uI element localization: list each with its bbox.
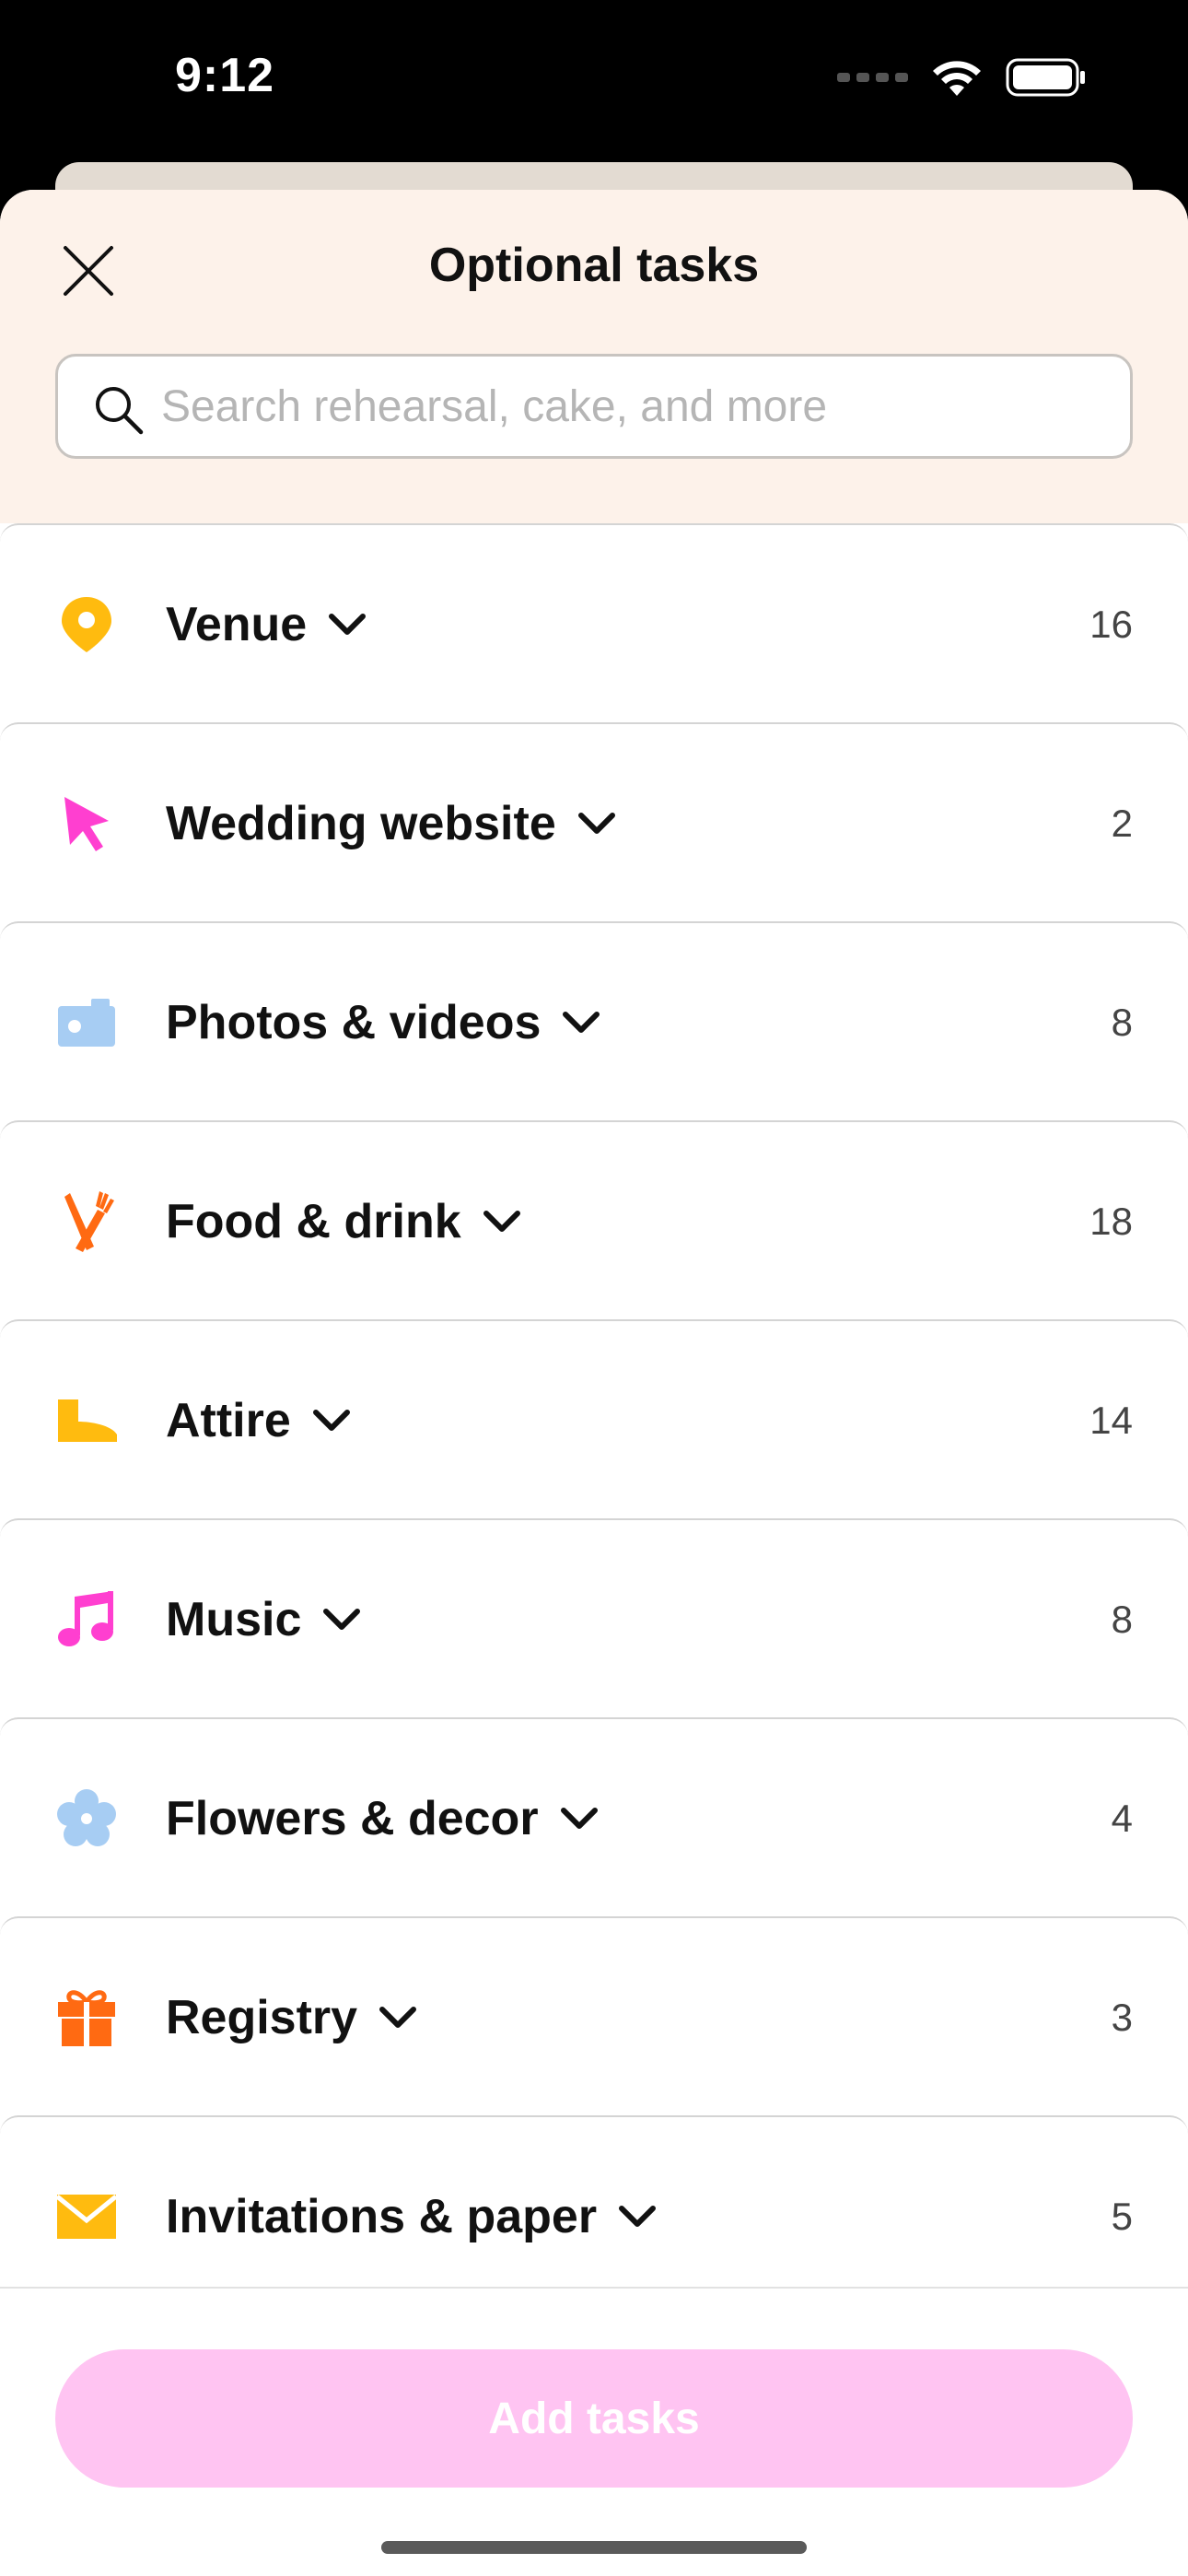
category-count: 3 <box>1111 1996 1133 2039</box>
category-label: Attire <box>166 1394 291 1447</box>
flower-icon <box>53 1786 120 1852</box>
wifi-icon <box>933 61 981 96</box>
search-box[interactable] <box>55 354 1133 459</box>
category-item-invitations-paper[interactable]: Invitations & paper 5 <box>0 2115 1188 2314</box>
gift-icon <box>53 1985 120 2051</box>
category-item-food-drink[interactable]: Food & drink 18 <box>0 1120 1188 1319</box>
category-toggle[interactable]: Flowers & decor <box>166 1719 600 1918</box>
category-label: Music <box>166 1593 302 1646</box>
category-label: Wedding website <box>166 797 556 850</box>
search-icon <box>96 387 144 435</box>
chevron-down-icon <box>312 1410 350 1431</box>
category-item-venue[interactable]: Venue 16 <box>0 523 1188 722</box>
music-note-icon <box>53 1587 120 1653</box>
category-toggle[interactable]: Registry <box>166 1918 418 2117</box>
chevron-down-icon <box>323 1609 361 1630</box>
chevron-down-icon <box>560 1808 598 1829</box>
category-label: Flowers & decor <box>166 1792 539 1845</box>
camera-icon <box>53 989 120 1056</box>
category-count: 18 <box>1089 1200 1133 1243</box>
category-item-music[interactable]: Music 8 <box>0 1518 1188 1717</box>
category-toggle[interactable]: Wedding website <box>166 724 617 923</box>
category-label: Food & drink <box>166 1195 461 1248</box>
fork-knife-icon <box>53 1188 120 1255</box>
home-indicator[interactable] <box>381 2541 807 2554</box>
category-count: 8 <box>1111 1001 1133 1044</box>
category-toggle[interactable]: Attire <box>166 1321 352 1520</box>
optional-tasks-sheet: Optional tasks Venue 16 <box>0 190 1188 2576</box>
envelope-icon <box>53 2184 120 2250</box>
chevron-down-icon <box>379 2007 417 2028</box>
category-list: Venue 16 Wedding website 2 Photos & vide… <box>0 523 1188 2314</box>
chevron-down-icon <box>577 813 615 834</box>
category-item-photos-videos[interactable]: Photos & videos 8 <box>0 921 1188 1120</box>
category-count: 14 <box>1089 1399 1133 1442</box>
search-input[interactable] <box>161 357 1110 456</box>
category-item-flowers-decor[interactable]: Flowers & decor 4 <box>0 1717 1188 1916</box>
status-icons <box>837 57 1087 98</box>
page-title: Optional tasks <box>428 239 760 292</box>
category-toggle[interactable]: Food & drink <box>166 1122 522 1321</box>
cursor-arrow-icon <box>53 790 120 857</box>
category-item-attire[interactable]: Attire 14 <box>0 1319 1188 1518</box>
battery-icon <box>1006 58 1085 97</box>
chevron-down-icon <box>329 614 367 635</box>
category-label: Invitations & paper <box>166 2190 598 2243</box>
status-bar: 9:12 <box>0 0 1188 162</box>
category-item-wedding-website[interactable]: Wedding website 2 <box>0 722 1188 921</box>
sheet-footer: Add tasks <box>0 2287 1188 2576</box>
category-count: 16 <box>1089 603 1133 646</box>
category-count: 8 <box>1111 1598 1133 1641</box>
category-count: 2 <box>1111 802 1133 845</box>
status-time: 9:12 <box>175 49 275 102</box>
category-item-registry[interactable]: Registry 3 <box>0 1916 1188 2115</box>
category-toggle[interactable]: Photos & videos <box>166 923 601 1122</box>
chevron-down-icon <box>619 2206 657 2227</box>
category-toggle[interactable]: Music <box>166 1520 362 1719</box>
sheet-header: Optional tasks <box>0 190 1188 523</box>
chevron-down-icon <box>483 1211 520 1232</box>
category-label: Photos & videos <box>166 996 542 1049</box>
category-label: Registry <box>166 1991 358 2044</box>
add-tasks-button[interactable]: Add tasks <box>55 2349 1133 2488</box>
cellular-signal-icon <box>837 73 908 82</box>
category-count: 4 <box>1111 1797 1133 1840</box>
location-pin-icon <box>53 591 120 658</box>
boot-icon <box>53 1388 120 1454</box>
category-toggle[interactable]: Venue <box>166 525 367 724</box>
chevron-down-icon <box>563 1012 600 1033</box>
category-label: Venue <box>166 598 308 651</box>
